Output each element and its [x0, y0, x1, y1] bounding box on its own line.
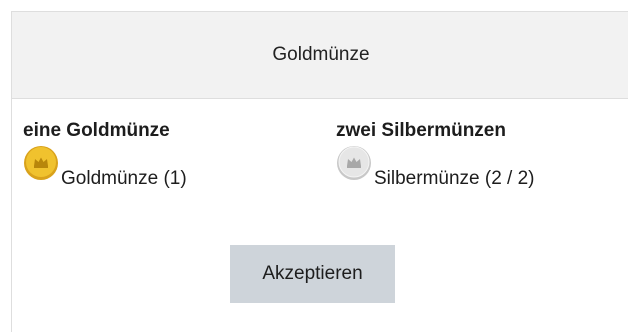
reward-silver-line: Silbermünze (2 / 2): [336, 146, 535, 189]
accept-button[interactable]: Akzeptieren: [230, 245, 395, 303]
dialog-title: Goldmünze: [272, 44, 370, 65]
reward-gold-line: Goldmünze (1): [23, 146, 187, 189]
reward-gold-label: Goldmünze (1): [61, 168, 187, 189]
reward-gold-heading: eine Goldmünze: [23, 120, 170, 141]
dialog-header: Goldmünze: [12, 12, 628, 99]
reward-silver: zwei Silbermünzen Silbermünze (2 / 2): [336, 118, 535, 189]
reward-silver-label: Silbermünze (2 / 2): [374, 168, 535, 189]
reward-list: eine Goldmünze Goldmünze (1) zwei Silber…: [23, 118, 628, 208]
reward-gold: eine Goldmünze Goldmünze (1): [23, 118, 187, 189]
reward-silver-heading: zwei Silbermünzen: [336, 120, 506, 141]
silver-coin-icon: [337, 146, 371, 180]
gold-coin-icon: [24, 146, 58, 180]
